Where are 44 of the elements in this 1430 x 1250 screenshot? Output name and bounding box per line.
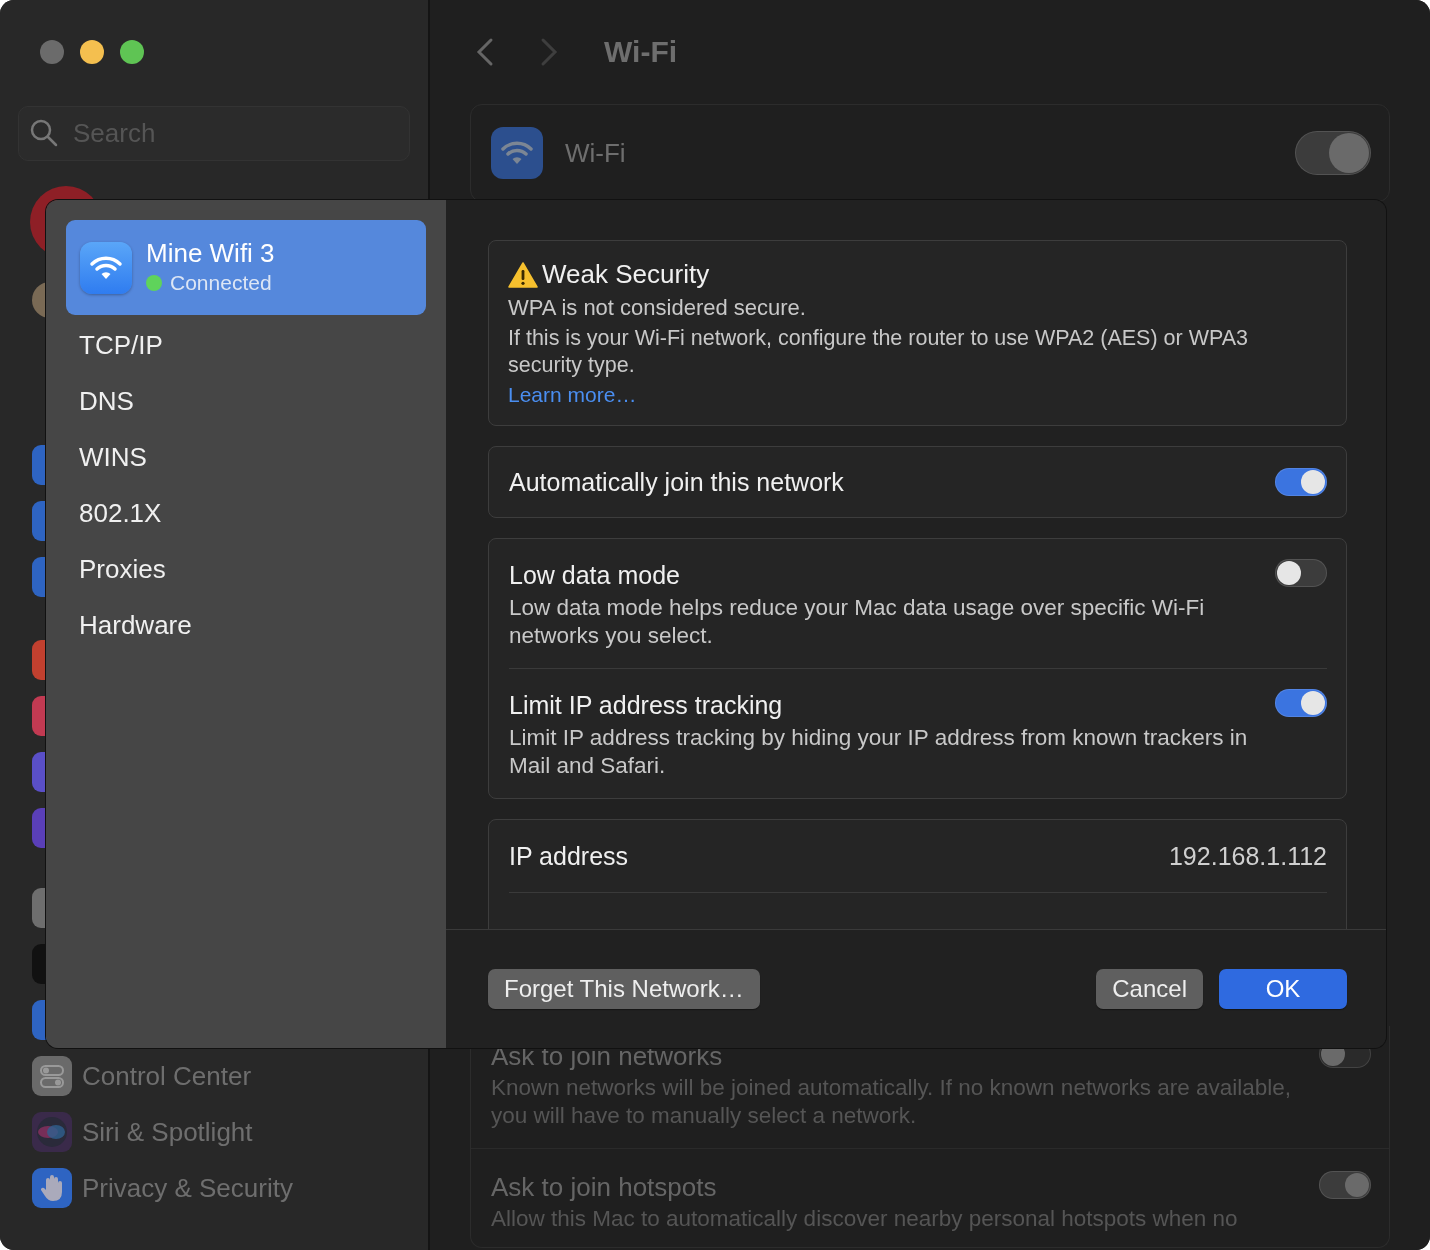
sidebar-tab[interactable]: DNS: [79, 373, 134, 429]
secondary-button[interactable]: Forget This Network…: [488, 969, 760, 1009]
wifi-symbol: [500, 140, 534, 166]
sidebar-tab[interactable]: Hardware: [79, 597, 192, 653]
minimize-button[interactable]: [80, 40, 104, 64]
back-button[interactable]: [476, 37, 494, 67]
sidebar-tab[interactable]: Proxies: [79, 541, 166, 597]
learn-more-link[interactable]: Learn more…: [508, 383, 637, 407]
toggle-switch[interactable]: [1275, 689, 1327, 717]
setting-title: Ask to join hotspots: [491, 1171, 718, 1203]
option-title: Limit IP address tracking: [509, 690, 784, 721]
page-title: Wi-Fi: [604, 35, 678, 69]
network-name: Mine Wifi 3: [146, 237, 275, 268]
network-item[interactable]: Mine Wifi 3 Connected: [66, 220, 426, 315]
network-status: Connected: [170, 269, 272, 296]
warning-text: WPA is not considered secure.: [508, 294, 807, 321]
toggle-switch[interactable]: [1319, 1171, 1371, 1199]
toggle-switch[interactable]: [1275, 468, 1327, 496]
toggle-switch[interactable]: [1295, 131, 1371, 175]
close-button[interactable]: [40, 40, 64, 64]
option-title: Automatically join this network: [509, 467, 844, 497]
secondary-button[interactable]: Cancel: [1096, 969, 1203, 1009]
sidebar-item[interactable]: Privacy & Security: [82, 1172, 293, 1204]
toggles-icon[interactable]: [32, 1056, 72, 1096]
sidebar-item[interactable]: Siri & Spotlight: [82, 1116, 253, 1148]
option-title: Low data mode: [509, 560, 681, 591]
warning-icon: [508, 261, 538, 288]
sidebar-tab[interactable]: 802.1X: [79, 485, 162, 541]
warning-text: If this is your Wi-Fi network, configure the router to use WPA2 (AES) or WPA3 security type.: [508, 325, 1249, 379]
wifi-label: Wi-Fi: [565, 137, 627, 169]
zoom-button[interactable]: [120, 40, 144, 64]
info-label: IP address: [509, 841, 629, 872]
sidebar-tab[interactable]: WINS: [79, 429, 147, 485]
option-description: Low data mode helps reduce your Mac data usage over specific Wi-Fi networks you select.: [509, 594, 1206, 650]
toggle-switch[interactable]: [1275, 559, 1327, 587]
sidebar-item[interactable]: Control Center: [82, 1060, 252, 1092]
wifi-symbol: [89, 254, 123, 281]
hand-icon[interactable]: [32, 1168, 72, 1208]
info-value: 192.168.1.112: [1168, 841, 1327, 871]
sidebar-tab[interactable]: TCP/IP: [79, 317, 163, 373]
ok-button[interactable]: OK: [1219, 969, 1347, 1009]
search-icon: [30, 119, 58, 147]
warning-title: Weak Security: [542, 259, 710, 290]
option-description: Limit IP address tracking by hiding your IP address from known trackers in Mail and Safari.: [509, 724, 1249, 780]
